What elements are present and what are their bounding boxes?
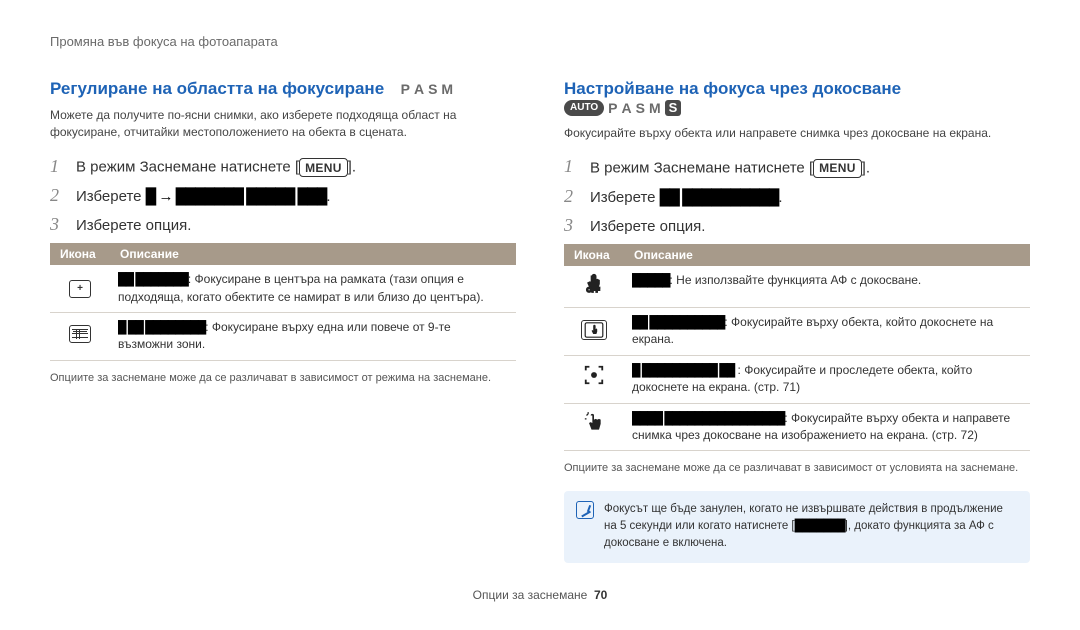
step-text: В режим Заснемане натиснете [MENU]. [590, 159, 870, 178]
menu-button-icon: MENU [813, 159, 862, 178]
right-options-table: Икона Описание OFF █████: Не използва [564, 244, 1030, 451]
note-icon [576, 501, 594, 519]
mode-m: M [441, 81, 453, 97]
th-icon: Икона [564, 244, 624, 266]
table-row: █ ██████████ ██ : Фокусирайте и проследе… [564, 355, 1030, 403]
mode-auto: AUTO [564, 100, 604, 116]
menu-button-icon: MENU [299, 158, 348, 177]
tracking-af-icon [583, 371, 605, 390]
mode-p: P [401, 81, 410, 97]
step-number: 2 [564, 186, 580, 207]
right-intro: Фокусирайте върху обекта или направете с… [564, 125, 1030, 142]
step-text: Изберете ██ ██████████. [590, 189, 783, 206]
right-modes: AUTO P A S M S [564, 100, 681, 116]
mode-scene: S [665, 100, 682, 116]
th-icon: Икона [50, 243, 110, 265]
step-text: Изберете опция. [590, 218, 705, 235]
note-text: Фокусът ще бъде занулен, когато не извър… [604, 501, 1018, 553]
left-footnote: Опциите за заснемане може да се различав… [50, 371, 516, 386]
mode-p: P [608, 100, 617, 116]
mode-a: A [414, 81, 424, 97]
step-text: Изберете █ → ███████ █████ ███. [76, 188, 331, 205]
svg-text:OFF: OFF [587, 287, 600, 294]
mode-a: A [622, 100, 632, 116]
step-number: 1 [50, 156, 66, 177]
step-text: В режим Заснемане натиснете [MENU]. [76, 158, 356, 177]
section-header-right: Настройване на фокуса чрез докосване AUT… [564, 79, 1030, 117]
table-row: + ██ ███████: Фокусиране в центъра на ра… [50, 265, 516, 312]
note-box: Фокусът ще бъде занулен, когато не извър… [564, 491, 1030, 563]
step-number: 2 [50, 185, 66, 206]
multi-af-icon [69, 325, 91, 343]
mode-s: S [636, 100, 645, 116]
page-footer: Опции за заснемане 70 [0, 588, 1080, 602]
mode-s: S [428, 81, 437, 97]
left-column: Регулиране на областта на фокусиране P A… [50, 79, 516, 563]
table-row: OFF █████: Не използвайте функцията АФ с… [564, 266, 1030, 308]
table-row: ████ ████████████████: Фокусирайте върху… [564, 403, 1030, 451]
touch-af-icon [581, 320, 607, 340]
left-intro: Можете да получите по-ясни снимки, ако и… [50, 107, 516, 142]
step-number: 1 [564, 156, 580, 177]
right-title: Настройване на фокуса чрез докосване [564, 79, 901, 99]
table-row: █ ██ ████████: Фокусиране върху една или… [50, 313, 516, 361]
left-title: Регулиране на областта на фокусиране [50, 79, 384, 99]
center-af-icon: + [69, 280, 91, 298]
step-number: 3 [50, 214, 66, 235]
one-touch-shot-icon [584, 418, 604, 438]
left-options-table: Икона Описание + ██ ███████: Фокусиране … [50, 243, 516, 361]
page-header: Промяна във фокуса на фотоапарата [50, 34, 1030, 49]
right-footnote: Опциите за заснемане може да се различав… [564, 461, 1030, 476]
section-header-left: Регулиране на областта на фокусиране P A… [50, 79, 516, 99]
left-modes: P A S M [401, 81, 453, 97]
touch-off-icon: OFF [584, 278, 604, 298]
step-text: Изберете опция. [76, 217, 191, 234]
table-row: ██ ██████████: Фокусирайте върху обекта,… [564, 308, 1030, 356]
left-steps: 1 В режим Заснемане натиснете [MENU]. 2 … [50, 156, 516, 236]
right-steps: 1 В режим Заснемане натиснете [MENU]. 2 … [564, 156, 1030, 236]
th-desc: Описание [110, 243, 516, 265]
th-desc: Описание [624, 244, 1030, 266]
right-column: Настройване на фокуса чрез докосване AUT… [564, 79, 1030, 563]
step-number: 3 [564, 215, 580, 236]
mode-m: M [649, 100, 661, 116]
